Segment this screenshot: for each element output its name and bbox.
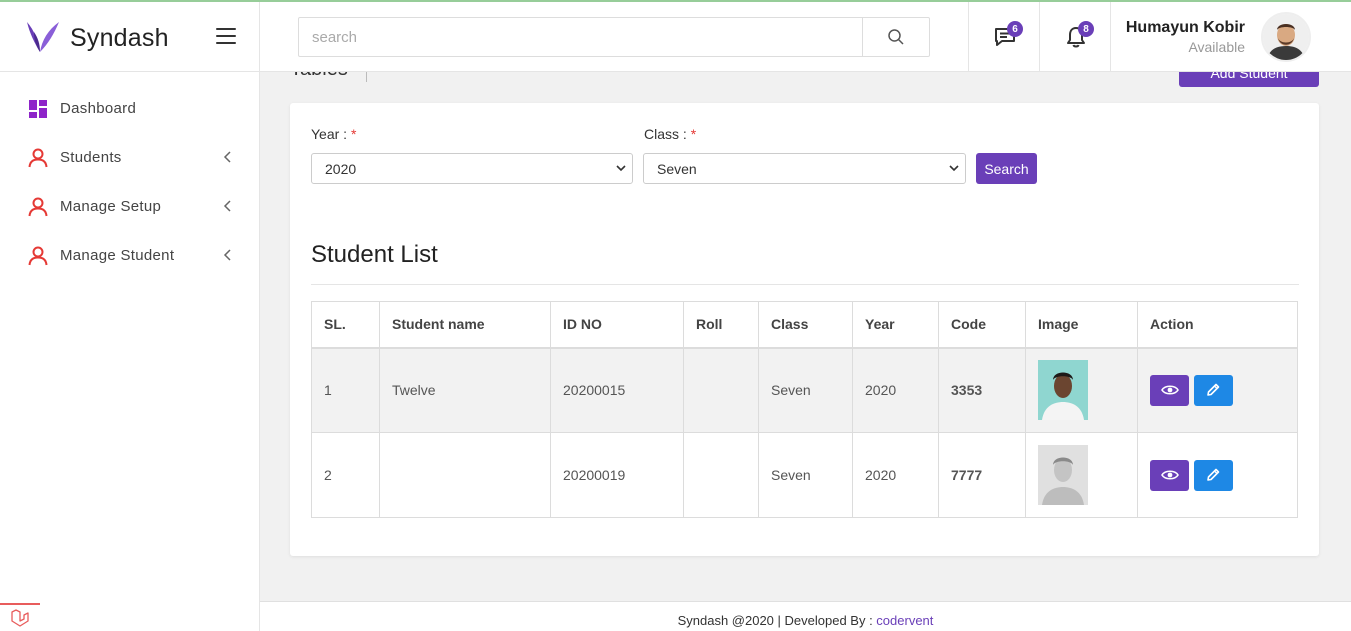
eye-icon: [1160, 470, 1179, 480]
debugbar-toggle[interactable]: [0, 603, 40, 631]
col-code: Code: [938, 301, 1026, 349]
cell-sl: 2: [311, 432, 380, 518]
cell-image: [1025, 347, 1138, 433]
col-student-name: Student name: [379, 301, 551, 349]
user-avatar-icon: [1263, 14, 1309, 60]
class-label: Class : *: [644, 126, 697, 142]
sidebar-item-students[interactable]: Students: [0, 137, 259, 177]
col-sl: SL.: [311, 301, 380, 349]
search-submit-button[interactable]: Search: [976, 153, 1037, 184]
cell-class: Seven: [758, 432, 853, 518]
cell-image: [1025, 432, 1138, 518]
chevron-left-icon: [223, 151, 231, 163]
cell-code: 3353: [938, 347, 1026, 433]
class-select[interactable]: Seven: [643, 153, 966, 184]
pencil-icon: [1207, 468, 1220, 481]
class-select-value: Seven: [657, 160, 697, 177]
syndash-logo-icon[interactable]: [24, 18, 62, 56]
sidebar-item-label: Manage Student: [60, 247, 175, 264]
sidebar-item-label: Dashboard: [60, 100, 137, 117]
user-icon: [28, 197, 48, 217]
student-photo: [1038, 445, 1088, 505]
view-button[interactable]: [1150, 459, 1189, 491]
sidebar-item-manage-student[interactable]: Manage Student: [0, 235, 259, 275]
chevron-down-icon: [616, 165, 626, 172]
table-header-row: SL. Student name ID NO Roll Class Year C…: [311, 301, 1298, 349]
cell-code: 7777: [938, 432, 1026, 518]
student-filter-card: Year : * 2020 Class : * Seven Search Stu…: [290, 103, 1319, 556]
table-row: 1 Twelve 20200015 Seven 2020 3353: [311, 347, 1298, 433]
pencil-icon: [1207, 383, 1220, 397]
col-roll: Roll: [683, 301, 759, 349]
cell-action: [1137, 432, 1298, 518]
brand-area: Syndash: [0, 2, 260, 72]
messages-badge: 6: [1007, 21, 1023, 37]
search-input[interactable]: [299, 18, 863, 56]
col-action: Action: [1137, 301, 1298, 349]
chevron-down-icon: [949, 165, 959, 172]
chevron-left-icon: [223, 249, 231, 261]
dashboard-grid-icon: [29, 100, 47, 118]
title-divider: [311, 284, 1299, 285]
user-profile-menu[interactable]: Humayun Kobir Available: [1110, 2, 1351, 72]
search-icon: [888, 29, 904, 45]
footer-text: Syndash @2020 | Developed By :: [677, 613, 877, 628]
top-accent-line: [0, 0, 1351, 2]
footer-developer-link[interactable]: codervent: [876, 613, 933, 628]
cell-class: Seven: [758, 347, 853, 433]
student-list-title: Student List: [311, 241, 438, 268]
edit-button[interactable]: [1193, 374, 1233, 406]
sidebar-item-dashboard[interactable]: Dashboard: [0, 88, 259, 128]
cell-sl: 1: [311, 347, 380, 433]
year-select-value: 2020: [325, 160, 357, 177]
user-icon: [28, 246, 48, 266]
search-box: [298, 17, 930, 57]
student-photo: [1038, 360, 1088, 421]
year-label: Year : *: [311, 126, 357, 142]
search-button[interactable]: [862, 18, 929, 56]
notifications-button[interactable]: 8: [1039, 2, 1111, 72]
user-status: Available: [1188, 39, 1245, 55]
col-class: Class: [758, 301, 853, 349]
messages-button[interactable]: 6: [968, 2, 1040, 72]
eye-icon: [1160, 385, 1179, 395]
menu-toggle-icon[interactable]: [216, 28, 236, 44]
student-table: SL. Student name ID NO Roll Class Year C…: [311, 301, 1298, 518]
table-row: 2 20200019 Seven 2020 7777: [311, 432, 1298, 518]
view-button[interactable]: [1150, 374, 1189, 406]
laravel-logo-icon: [11, 609, 29, 627]
cell-id-no: 20200015: [550, 347, 684, 433]
brand-name[interactable]: Syndash: [70, 24, 169, 53]
col-year: Year: [852, 301, 939, 349]
edit-button[interactable]: [1193, 459, 1233, 491]
sidebar-item-label: Manage Setup: [60, 198, 162, 215]
col-id-no: ID NO: [550, 301, 684, 349]
cell-id-no: 20200019: [550, 432, 684, 518]
cell-year: 2020: [852, 347, 939, 433]
user-name: Humayun Kobir: [1125, 19, 1245, 36]
top-header: Syndash 6 8 Humayun Kobir Available: [0, 2, 1351, 72]
footer: Syndash @2020 | Developed By : codervent: [260, 601, 1351, 631]
year-select[interactable]: 2020: [311, 153, 633, 184]
avatar[interactable]: [1261, 12, 1311, 62]
sidebar-item-label: Students: [60, 149, 122, 166]
sidebar-item-manage-setup[interactable]: Manage Setup: [0, 186, 259, 226]
notifications-badge: 8: [1078, 21, 1094, 37]
cell-roll: [683, 347, 759, 433]
chevron-left-icon: [223, 200, 231, 212]
col-image: Image: [1025, 301, 1138, 349]
cell-action: [1137, 347, 1298, 433]
cell-student-name: [379, 432, 551, 518]
cell-year: 2020: [852, 432, 939, 518]
cell-student-name: Twelve: [379, 347, 551, 433]
sidebar: Dashboard Students Manage Setup Manage S…: [0, 72, 260, 631]
cell-roll: [683, 432, 759, 518]
user-icon: [28, 148, 48, 168]
